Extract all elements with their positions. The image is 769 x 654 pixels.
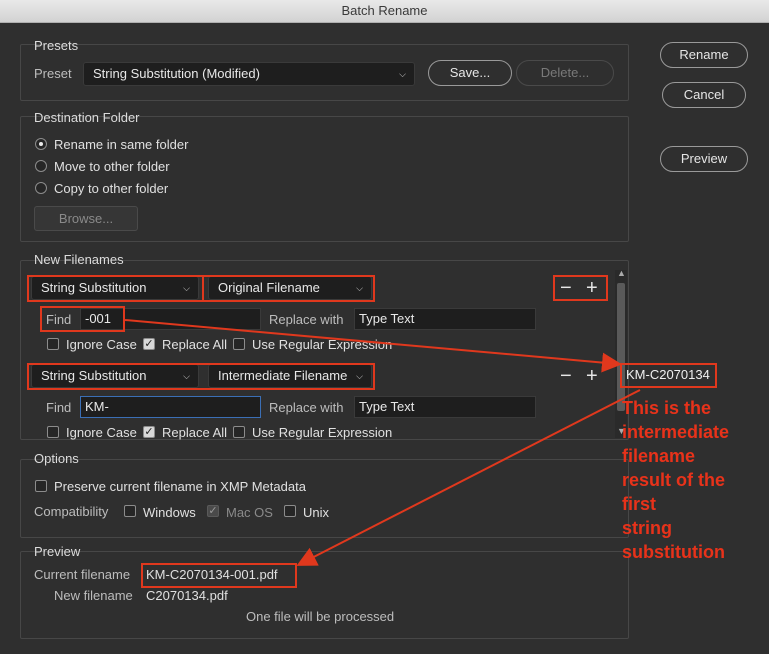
annotation-line: filename (622, 446, 696, 466)
annotation-line: first (622, 494, 657, 514)
annotation-line: result of the (622, 470, 726, 490)
annotation-line: string (622, 518, 673, 538)
annotation-line: intermediate (622, 422, 730, 442)
annotation-line: This is the (622, 398, 712, 418)
annotation-line: substitution (622, 542, 725, 562)
annotation-note: This is the intermediate filename result… (622, 396, 729, 564)
arrow-intermediate-to-current (296, 389, 641, 566)
arrow-find-to-intermediate (124, 319, 622, 373)
